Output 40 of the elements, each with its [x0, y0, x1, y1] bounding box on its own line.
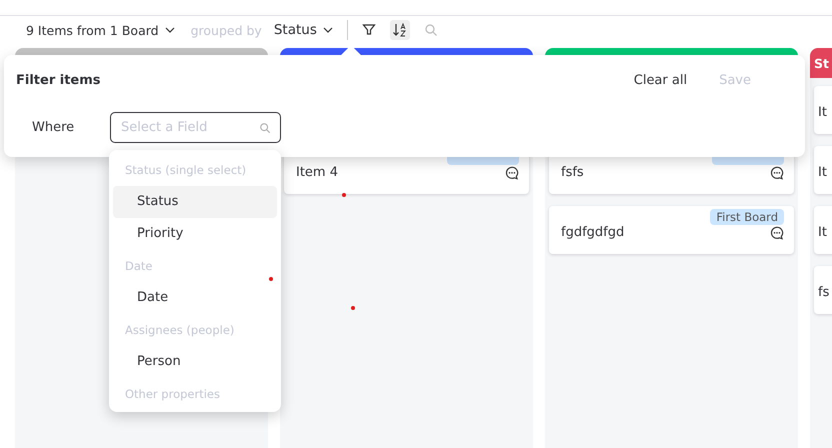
item-name: fsfs — [561, 165, 584, 180]
comment-icon[interactable] — [505, 166, 519, 180]
item-name: Item 4 — [296, 165, 338, 180]
item-card[interactable]: First Board fgdfgdfgd — [549, 206, 794, 254]
field-option[interactable]: Status — [113, 186, 277, 218]
marker-dot — [269, 277, 273, 281]
board-tag: First Board — [710, 209, 784, 225]
search-icon — [259, 122, 271, 134]
field-option[interactable]: Priority — [113, 218, 277, 250]
popup-title: Filter items — [16, 73, 102, 88]
chevron-icon — [164, 27, 175, 33]
item-name: fgdfgdfgd — [561, 225, 624, 240]
field-option[interactable]: Date — [113, 282, 277, 314]
group-header: Date — [125, 258, 152, 275]
items-dropdown[interactable]: 9 Items from 1 Board — [26, 22, 179, 38]
comment-icon[interactable] — [770, 166, 784, 180]
field-select-input[interactable]: Select a Field — [110, 112, 281, 143]
item-card[interactable]: It — [814, 146, 832, 194]
where-label: Where — [32, 120, 76, 135]
item-name: It — [818, 225, 827, 240]
group-field-dropdown[interactable]: Status — [274, 22, 337, 38]
group-header: Assignees (people) — [125, 322, 234, 339]
item-name: fs — [818, 285, 830, 300]
grouped-by-label: grouped by — [190, 22, 262, 38]
group-header: Other properties — [125, 386, 220, 403]
comment-icon[interactable] — [770, 226, 784, 240]
item-card[interactable]: It — [814, 86, 832, 134]
item-card[interactable]: It — [814, 206, 832, 254]
marker-dot — [351, 306, 355, 310]
sort-icon[interactable] — [390, 20, 410, 40]
field-option[interactable]: Person — [113, 346, 277, 378]
group-header: Status (single select) — [125, 162, 246, 179]
clear-all-button[interactable]: Clear all — [628, 71, 694, 90]
item-card[interactable]: fs — [814, 266, 832, 314]
marker-dot — [342, 193, 346, 197]
column-title: St — [814, 56, 829, 70]
item-name: It — [818, 105, 827, 120]
filter-icon[interactable] — [362, 23, 376, 37]
chevron-icon — [322, 27, 333, 33]
item-name: It — [818, 165, 827, 180]
